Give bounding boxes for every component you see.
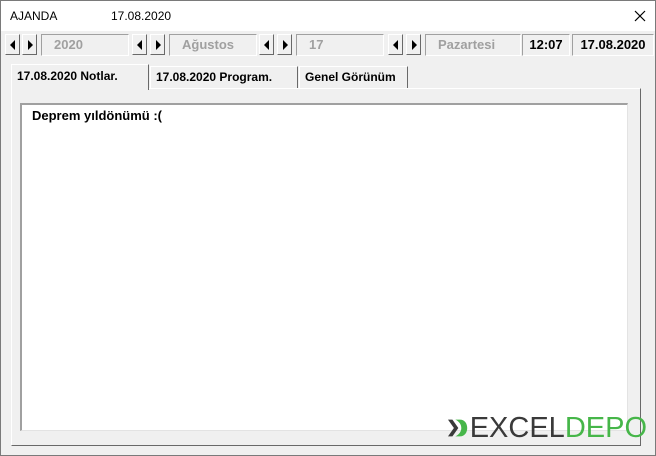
excel-depo-logo: EXCELDEPO — [447, 407, 647, 449]
tab-overview[interactable]: Genel Görünüm — [299, 66, 408, 88]
current-date: 17.08.2020 — [572, 34, 654, 56]
arrow-right-icon — [27, 39, 33, 50]
year-next-button[interactable] — [22, 34, 37, 55]
arrow-left-icon — [392, 39, 398, 50]
weekday-prev-button[interactable] — [388, 34, 403, 55]
agenda-window: AJANDA 17.08.2020 2020 Ağustos 17 Pazart… — [0, 0, 656, 456]
arrow-left-icon — [9, 39, 15, 50]
arrow-left-icon — [263, 39, 269, 50]
month-next-button[interactable] — [150, 34, 165, 55]
window-title-date: 17.08.2020 — [111, 9, 172, 23]
month-field[interactable]: Ağustos — [169, 34, 257, 56]
tab-notes[interactable]: 17.08.2020 Notlar. — [11, 64, 149, 90]
arrow-right-icon — [282, 39, 288, 50]
year-field[interactable]: 2020 — [41, 34, 129, 56]
notes-textarea[interactable]: Deprem yıldönümü :( — [20, 103, 628, 431]
arrow-right-icon — [411, 39, 417, 50]
day-field[interactable]: 17 — [296, 34, 384, 56]
arrow-right-icon — [155, 39, 161, 50]
day-next-button[interactable] — [277, 34, 292, 55]
weekday-field[interactable]: Pazartesi — [425, 34, 521, 56]
close-button[interactable] — [625, 1, 655, 31]
logo-text-excel: EXCEL — [469, 412, 565, 444]
current-time: 12:07 — [522, 34, 570, 56]
weekday-next-button[interactable] — [406, 34, 421, 55]
logo-text: EXCELDEPO — [470, 412, 647, 444]
logo-text-depo: DEPO — [564, 412, 647, 444]
year-prev-button[interactable] — [5, 34, 20, 55]
excel-x-logo-icon — [447, 419, 468, 437]
month-prev-button[interactable] — [132, 34, 147, 55]
date-navigation-bar: 2020 Ağustos 17 Pazartesi 12:07 17.08.20… — [1, 32, 655, 57]
window-title: AJANDA — [10, 9, 58, 23]
arrow-left-icon — [136, 39, 142, 50]
close-icon — [634, 10, 646, 22]
day-prev-button[interactable] — [259, 34, 274, 55]
tab-program[interactable]: 17.08.2020 Program. — [150, 66, 298, 88]
title-bar: AJANDA 17.08.2020 — [1, 1, 655, 31]
